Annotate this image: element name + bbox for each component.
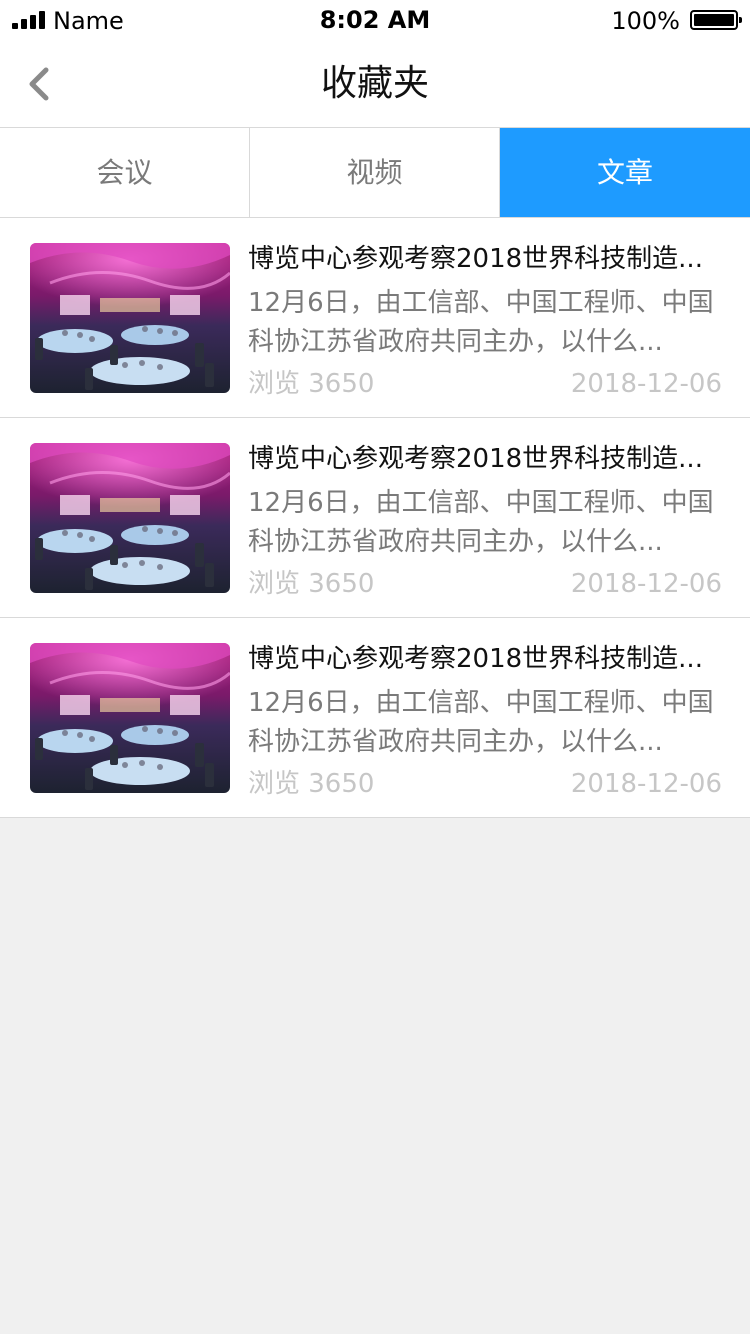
tab-bar: 会议 视频 文章 <box>0 128 750 218</box>
list-item[interactable]: 博览中心参观考察2018世界科技制造... 12月6日，由工信部、中国工程师、中… <box>0 418 750 618</box>
article-title: 博览中心参观考察2018世界科技制造... <box>248 444 703 474</box>
article-thumbnail <box>30 443 230 593</box>
article-views: 浏览 3650 <box>248 769 375 799</box>
navigation-bar: 收藏夹 <box>0 40 750 128</box>
article-date: 2018-12-06 <box>570 569 722 599</box>
battery-percentage: 100% <box>611 7 680 35</box>
page-title: 收藏夹 <box>320 63 429 104</box>
article-summary: 12月6日，由工信部、中国工程师、中国科协江苏省政府共同主办，以什么... <box>248 688 714 757</box>
tab-meetings[interactable]: 会议 <box>0 128 250 217</box>
status-bar: Name 8:02 AM 100% <box>0 0 750 40</box>
article-title: 博览中心参观考察2018世界科技制造... <box>248 244 703 274</box>
article-date: 2018-12-06 <box>570 769 722 799</box>
battery-icon <box>690 10 742 30</box>
list-item[interactable]: 博览中心参观考察2018世界科技制造... 12月6日，由工信部、中国工程师、中… <box>0 218 750 418</box>
article-views: 浏览 3650 <box>248 369 375 399</box>
article-thumbnail <box>30 243 230 393</box>
article-title: 博览中心参观考察2018世界科技制造... <box>248 644 703 674</box>
article-summary: 12月6日，由工信部、中国工程师、中国科协江苏省政府共同主办，以什么... <box>248 288 714 357</box>
list-item[interactable]: 博览中心参观考察2018世界科技制造... 12月6日，由工信部、中国工程师、中… <box>0 618 750 818</box>
article-date: 2018-12-06 <box>570 369 722 399</box>
article-summary: 12月6日，由工信部、中国工程师、中国科协江苏省政府共同主办，以什么... <box>248 488 714 557</box>
tab-articles[interactable]: 文章 <box>500 128 750 217</box>
article-list: 博览中心参观考察2018世界科技制造... 12月6日，由工信部、中国工程师、中… <box>0 218 750 818</box>
article-thumbnail <box>30 643 230 793</box>
article-views: 浏览 3650 <box>248 569 375 599</box>
tab-videos[interactable]: 视频 <box>250 128 500 217</box>
